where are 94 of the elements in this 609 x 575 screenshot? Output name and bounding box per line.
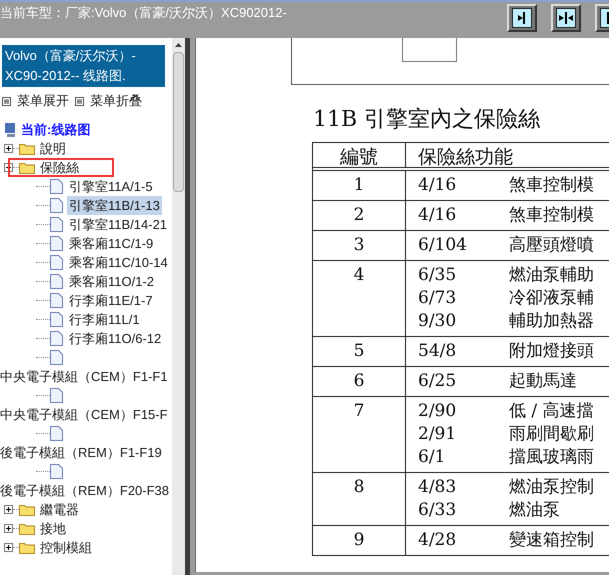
expand-icon[interactable] (4, 505, 13, 514)
tree-item[interactable]: 中央電子模組（CEM）F1-F1 (0, 366, 170, 386)
table-cell: 2 (313, 201, 406, 230)
tree-item[interactable]: 行李廂11E/1-7 (67, 290, 155, 310)
page-icon (50, 312, 63, 327)
menu-icon (2, 96, 11, 106)
table-cell: 輔助加熱器 (509, 310, 594, 333)
expand-icon[interactable] (4, 543, 13, 552)
table-cell-text: 54/8 (417, 340, 458, 363)
table-cell-text: 6/35 (417, 264, 458, 287)
page-icon (50, 217, 63, 232)
table-cell: 起動馬達 (509, 370, 577, 393)
arrow-right-icon (512, 8, 532, 28)
folder-icon (19, 142, 35, 155)
column-header: 編號 (313, 143, 406, 167)
table-cell-text: 4/16 (417, 204, 458, 227)
page-icon (50, 255, 63, 270)
menu-link[interactable]: 菜单展开 (17, 91, 69, 111)
tree-folder[interactable]: 控制模組 (39, 538, 93, 558)
table-cell-text: 2/90 (417, 400, 458, 423)
page-icon (50, 293, 63, 308)
page-icon (50, 350, 63, 365)
table-cell-text: 6/25 (417, 370, 458, 393)
tree-folder[interactable]: 接地 (39, 518, 67, 538)
table-cell-text: 9/30 (417, 310, 458, 333)
table-cell: 附加燈接頭 (509, 340, 594, 363)
page-icon (50, 464, 63, 479)
table-cell: 7 (313, 397, 406, 472)
tree-item[interactable]: 乘客廂11C/1-9 (67, 234, 156, 254)
table-cell-text: 2/91 (417, 423, 458, 446)
tree-item[interactable]: 後電子模組（REM）F1-F19 (0, 442, 164, 462)
scrollbar-thumb[interactable] (173, 52, 184, 192)
tree-item[interactable]: 乘客廂11C/10-14 (67, 252, 170, 272)
table-cell: 低 / 高速擋 (509, 400, 594, 423)
tree-root-label: 当前:线路图 (21, 120, 90, 139)
tree-item[interactable]: 行李廂11O/6-12 (67, 328, 164, 348)
table-cell: 燃油泵輔助 (509, 264, 594, 287)
panel-toggle-button[interactable] (507, 4, 537, 32)
page-icon (50, 236, 63, 251)
folder-icon (19, 541, 35, 554)
table-cell: 6 (313, 367, 406, 396)
table-cell: 4 (313, 261, 406, 336)
table-cell: 煞車控制模 (509, 174, 594, 197)
tree-item[interactable]: 行李廂11L/1 (67, 310, 142, 330)
page-icon (50, 274, 63, 289)
table-cell-text: 6/73 (417, 287, 458, 310)
table-cell: 3 (313, 231, 406, 260)
table-cell: 燃油泵 (509, 499, 560, 522)
table-cell: 冷卻液泵輔 (509, 287, 594, 310)
sidebar-title: Volvo（富豪/沃尔沃）-XC90-2012-- 线路图. (2, 45, 165, 87)
page-icon (50, 331, 63, 346)
menu-icon (75, 96, 84, 106)
page-icon (50, 179, 63, 194)
folder-icon (19, 503, 35, 516)
tree-item[interactable]: 後電子模組（REM）F20-F38 (0, 480, 172, 500)
sidebar-scrollbar[interactable] (172, 38, 185, 575)
table-cell-text: 6/104 (417, 234, 468, 257)
tree-folder[interactable]: 保險絲 (39, 158, 80, 178)
tree-item[interactable]: 引擎室11A/1-5 (67, 176, 155, 196)
tree-folder[interactable]: 說明 (39, 138, 67, 158)
page-icon (50, 426, 63, 441)
table-cell: 1 (313, 171, 406, 200)
table-cell: 9 (313, 526, 406, 555)
table-cell: 5 (313, 337, 406, 366)
table-cell: 高壓頭燈噴 (509, 234, 594, 257)
table-cell: 8 (313, 473, 406, 525)
folder-icon (19, 161, 35, 174)
table-cell-text: 4/16 (417, 174, 458, 197)
menu-link[interactable]: 菜单折叠 (90, 91, 142, 111)
expand-icon[interactable] (4, 144, 13, 153)
folder-icon (19, 522, 35, 535)
table-cell-text: 6/33 (417, 499, 458, 522)
tree-folder[interactable]: 繼電器 (39, 500, 80, 520)
page-icon (50, 198, 63, 213)
table-cell: 煞車控制模 (509, 204, 594, 227)
computer-icon (3, 122, 17, 138)
table-cell-text: 6/1 (417, 446, 446, 469)
split-view-button[interactable] (551, 4, 581, 32)
tree-item[interactable]: 引擎室11B/14-21 (67, 214, 170, 234)
current-model-label: 当前车型：厂家:Volvo（富豪/沃尔沃）XC902012- (0, 4, 287, 22)
page-icon (50, 388, 63, 403)
expand-icon[interactable] (4, 524, 13, 533)
table-cell: 變速箱控制 (509, 529, 594, 552)
table-cell-text: 4/28 (417, 529, 458, 552)
arrows-inward-icon (556, 8, 576, 28)
column-header: 保險絲功能 (417, 145, 514, 167)
tree-item[interactable]: 中央電子模組（CEM）F15-F (0, 404, 170, 424)
tree-item[interactable]: 乘客廂11O/1-2 (67, 272, 156, 292)
table-cell: 雨刷間歇刷 (509, 423, 594, 446)
tree-item[interactable]: 引擎室11B/1-13 (67, 196, 162, 216)
document-title: 11B 引擎室內之保險絲 (313, 107, 542, 133)
table-cell: 擋風玻璃雨 (509, 446, 594, 469)
table-cell-text: 4/83 (417, 476, 458, 499)
table-cell: 燃油泵控制 (509, 476, 594, 499)
